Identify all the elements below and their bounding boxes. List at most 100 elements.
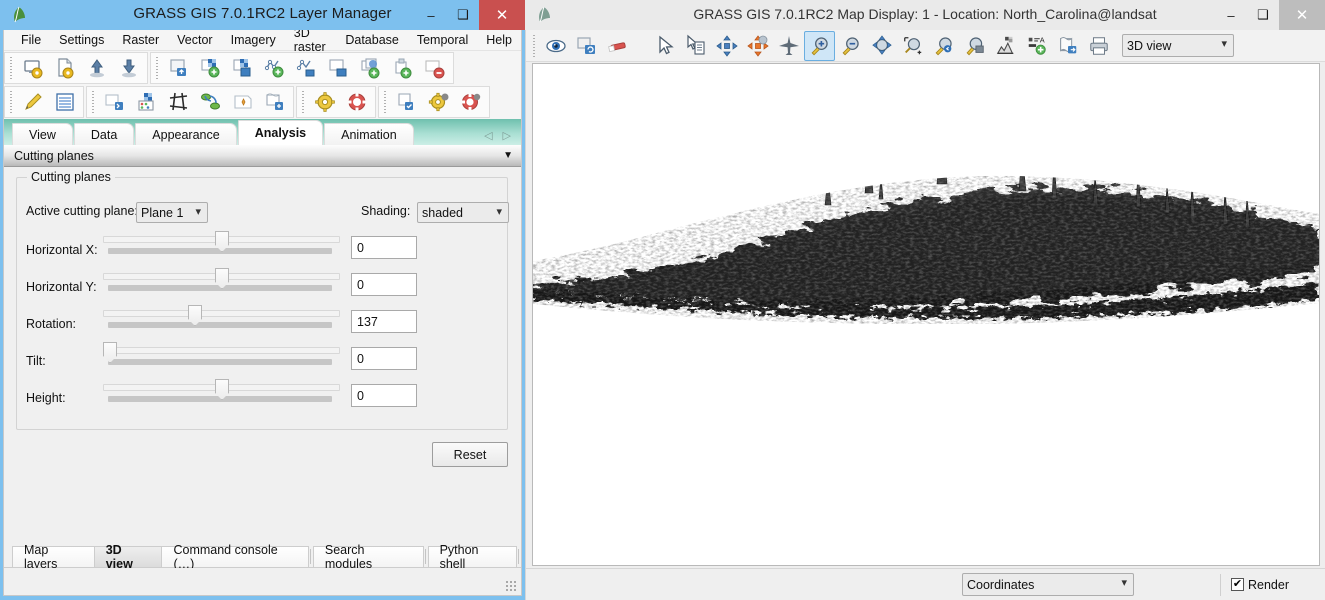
rotation-slider[interactable] [103,305,340,335]
menu-imagery[interactable]: Imagery [222,32,285,49]
add-overlay-icon[interactable] [323,53,355,83]
render-map-icon[interactable] [571,31,602,61]
zoom-to-selected-icon[interactable] [866,31,897,61]
maximize-button[interactable]: ❑ [1247,0,1279,30]
toolbar-grip[interactable] [8,89,15,115]
toolbar-grip[interactable] [154,55,161,81]
tab-view[interactable]: View [12,123,73,145]
status-display-select[interactable]: Coordinates [962,573,1134,596]
reset-button[interactable]: Reset [432,442,508,467]
pan-icon[interactable] [711,31,742,61]
cutting-planes-pane-header[interactable]: Cutting planes ▼ [4,145,521,167]
layer-manager-titlebar[interactable]: GRASS GIS 7.0.1RC2 Layer Manager – ❑ ✕ [0,0,525,30]
toolbar-grip[interactable] [300,89,307,115]
chevron-down-icon[interactable]: ▼ [503,150,513,161]
raster-calculator-icon[interactable] [131,87,163,117]
menu-help[interactable]: Help [477,32,521,49]
tilt-value-input[interactable] [351,347,417,370]
tilt-slider[interactable] [103,342,340,372]
menu-database[interactable]: Database [336,32,408,49]
georectify-icon[interactable] [163,87,195,117]
new-workspace-icon[interactable] [17,53,49,83]
bottom-tab-command-console[interactable]: Command console (…) [161,546,308,567]
tab-data[interactable]: Data [74,123,134,145]
view-mode-select[interactable]: 3D view [1122,34,1234,57]
horizontal-y-value-input[interactable] [351,273,417,296]
tab-appearance[interactable]: Appearance [135,123,236,145]
minimize-button[interactable]: – [1215,0,1247,30]
horizontal-y-slider[interactable] [103,268,340,298]
maximize-button[interactable]: ❑ [447,0,479,30]
menu-raster[interactable]: Raster [113,32,168,49]
horizontal-x-value-input[interactable] [351,236,417,259]
toolbar-grip[interactable] [90,89,97,115]
toolbar-grip[interactable] [8,55,15,81]
print-map-icon[interactable] [1083,31,1114,61]
add-multiple-vector-icon[interactable] [291,53,323,83]
raster-settings-icon[interactable] [309,87,341,117]
raster-help-icon[interactable] [341,87,373,117]
menu-temporal[interactable]: Temporal [408,32,477,49]
render-checkbox-row[interactable]: ✔ Render [1231,578,1289,592]
add-rgb-layer-icon[interactable] [387,53,419,83]
height-value-input[interactable] [351,384,417,407]
height-slider[interactable] [103,379,340,409]
zoom-out-icon[interactable] [835,31,866,61]
save-display-icon[interactable] [1052,31,1083,61]
rotate-3d-icon[interactable] [742,31,773,61]
open-workspace-icon[interactable] [49,53,81,83]
toolbar-grip[interactable] [382,89,389,115]
minimize-button[interactable]: – [415,0,447,30]
add-raster-layer-icon[interactable] [195,53,227,83]
add-multiple-raster-icon[interactable] [227,53,259,83]
slider-track[interactable] [103,310,340,317]
bottom-tab-map-layers[interactable]: Map layers [12,546,95,567]
bottom-tab-3d-view[interactable]: 3D view [94,546,163,567]
fly-through-icon[interactable] [773,31,804,61]
bottom-tab-search-modules[interactable]: Search modules [313,546,424,567]
horizontal-x-slider[interactable] [103,231,340,261]
display-map-icon[interactable] [540,31,571,61]
tab-next-arrow-icon[interactable]: ▷ [503,129,511,142]
reproject-icon[interactable] [195,87,227,117]
resize-grip-icon[interactable] [505,580,517,592]
menu-file[interactable]: File [12,32,50,49]
add-command-layer-icon[interactable] [99,87,131,117]
pointer-icon[interactable] [649,31,680,61]
cartographic-composer-icon[interactable] [259,87,291,117]
attribute-table-icon[interactable] [49,87,81,117]
map-canvas-3d[interactable] [532,63,1320,566]
tab-analysis[interactable]: Analysis [238,120,323,145]
vector-digitizer-icon[interactable] [391,87,423,117]
bottom-tab-python-shell[interactable]: Python shell [428,546,517,567]
add-map-elements-icon[interactable]: A [1021,31,1052,61]
close-button[interactable]: ✕ [479,0,525,30]
active-cutting-plane-select[interactable]: Plane 1 [136,202,208,223]
import-raster-icon[interactable] [163,53,195,83]
tab-prev-arrow-icon[interactable]: ◁ [484,129,492,142]
load-workspace-icon[interactable] [81,53,113,83]
zoom-in-icon[interactable] [804,31,835,61]
vector-help-icon[interactable] [455,87,487,117]
slider-track[interactable] [103,347,340,354]
render-checkbox[interactable]: ✔ [1231,578,1244,591]
query-raster-vector-icon[interactable] [680,31,711,61]
zoom-to-region-icon[interactable] [897,31,928,61]
close-button[interactable]: ✕ [1279,0,1325,30]
rotation-value-input[interactable] [351,310,417,333]
vector-settings-icon[interactable] [423,87,455,117]
return-to-previous-zoom-icon[interactable] [928,31,959,61]
shading-select[interactable]: shaded [417,202,509,223]
map-display-titlebar[interactable]: GRASS GIS 7.0.1RC2 Map Display: 1 - Loca… [525,0,1325,30]
edit-vector-icon[interactable] [17,87,49,117]
remove-layer-icon[interactable] [419,53,451,83]
add-vector-layer-icon[interactable] [259,53,291,83]
tab-animation[interactable]: Animation [324,123,414,145]
menu-settings[interactable]: Settings [50,32,113,49]
save-workspace-icon[interactable] [113,53,145,83]
zoom-to-map-icon[interactable] [959,31,990,61]
analyze-map-icon[interactable] [990,31,1021,61]
menu-vector[interactable]: Vector [168,32,221,49]
map-swipe-icon[interactable] [227,87,259,117]
erase-display-icon[interactable] [602,31,633,61]
